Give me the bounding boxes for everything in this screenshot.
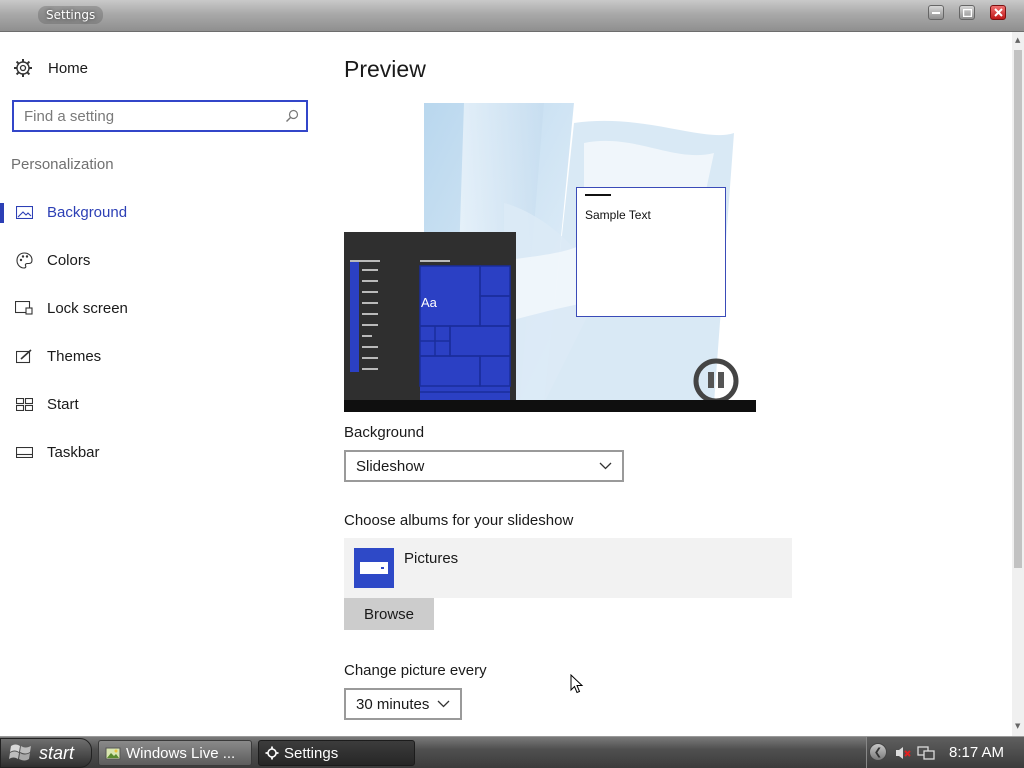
minimize-icon	[932, 12, 940, 14]
page-title: Preview	[344, 56, 426, 82]
photo-gallery-icon	[105, 745, 121, 761]
sidebar-item-label: Taskbar	[47, 443, 100, 461]
taskbar-icon	[0, 446, 47, 458]
sidebar-item-label: Lock screen	[47, 299, 128, 317]
preview-taskbar	[344, 400, 756, 412]
sample-text: Sample Text	[585, 208, 651, 222]
interval-dropdown-value: 30 minutes	[356, 695, 430, 713]
drive-icon	[354, 548, 394, 588]
scroll-down-icon[interactable]: ▼	[1015, 722, 1020, 730]
scrollbar-thumb[interactable]	[1014, 50, 1022, 568]
window-titlebar[interactable]: Settings	[0, 0, 1024, 32]
sidebar-item-label: Start	[47, 395, 79, 413]
close-icon	[993, 8, 1003, 17]
sidebar-item-label: Colors	[47, 251, 91, 269]
tray-expand-icon[interactable]: ❮	[869, 743, 887, 761]
start-label: start	[39, 742, 75, 763]
sample-title-bar	[585, 194, 611, 196]
network-icon[interactable]	[917, 745, 935, 761]
search-icon[interactable]	[285, 109, 299, 123]
lock-screen-icon	[0, 301, 47, 315]
sidebar-item-lock-screen[interactable]: Lock screen	[0, 290, 320, 326]
sidebar-item-themes[interactable]: Themes	[0, 338, 320, 374]
preview-start-menu: Aa	[344, 232, 516, 402]
chevron-down-icon	[599, 462, 612, 470]
start-tiles-icon	[0, 397, 47, 411]
gear-icon	[265, 746, 279, 760]
start-button[interactable]: start	[0, 738, 92, 768]
interval-label: Change picture every	[344, 662, 487, 679]
maximize-button[interactable]	[959, 5, 975, 20]
browse-button[interactable]: Browse	[344, 598, 434, 630]
sidebar-item-label: Themes	[47, 347, 102, 365]
maximize-icon	[962, 8, 972, 17]
album-item-pictures[interactable]: Pictures	[344, 538, 792, 598]
background-label: Background	[344, 424, 425, 441]
vertical-scrollbar[interactable]: ▲ ▼	[1012, 32, 1024, 736]
system-tray: ❮ 8:17 AM	[866, 737, 1024, 768]
interval-dropdown[interactable]: 30 minutes	[344, 688, 462, 720]
background-preview: Aa Sample Text	[344, 103, 756, 412]
gear-icon	[14, 59, 32, 77]
sidebar-item-start[interactable]: Start	[0, 386, 320, 422]
albums-label: Choose albums for your slideshow	[344, 512, 574, 529]
sidebar-item-taskbar[interactable]: Taskbar	[0, 434, 320, 470]
taskbar-item-windows-live[interactable]: Windows Live ...	[98, 740, 252, 766]
start-menu-graphic	[350, 260, 511, 402]
nav-home[interactable]: Home	[13, 58, 88, 78]
chevron-down-icon	[437, 700, 450, 708]
taskbar-item-label: Settings	[284, 744, 339, 762]
palette-icon	[0, 251, 47, 269]
taskbar-item-label: Windows Live ...	[126, 744, 236, 762]
picture-icon	[0, 205, 47, 219]
preview-sample-window: Sample Text	[576, 187, 726, 317]
preview-tile-text: Aa	[421, 295, 437, 310]
mouse-cursor-icon	[570, 674, 584, 694]
sidebar-item-colors[interactable]: Colors	[0, 242, 320, 278]
window-title: Settings	[38, 6, 104, 24]
settings-window: Home Personalization Background Colors L…	[0, 32, 1024, 736]
os-taskbar: start Windows Live ... Settings ❮ 8:17 A…	[0, 736, 1024, 768]
background-dropdown-value: Slideshow	[356, 457, 425, 475]
brush-icon	[0, 348, 47, 364]
nav-home-label: Home	[48, 59, 89, 77]
minimize-button[interactable]	[928, 5, 944, 20]
section-personalization: Personalization	[11, 156, 114, 173]
windows-logo-icon	[9, 744, 31, 761]
taskbar-item-settings[interactable]: Settings	[258, 740, 415, 766]
clock: 8:17 AM	[949, 744, 1005, 761]
sidebar-item-label: Background	[47, 203, 128, 221]
background-dropdown[interactable]: Slideshow	[344, 450, 624, 482]
search-box[interactable]	[12, 100, 308, 132]
volume-muted-icon[interactable]	[895, 745, 911, 761]
close-button[interactable]	[990, 5, 1006, 20]
search-input[interactable]	[14, 102, 274, 130]
scroll-up-icon[interactable]: ▲	[1015, 36, 1020, 44]
album-name: Pictures	[404, 550, 459, 567]
sidebar-item-background[interactable]: Background	[0, 194, 320, 230]
